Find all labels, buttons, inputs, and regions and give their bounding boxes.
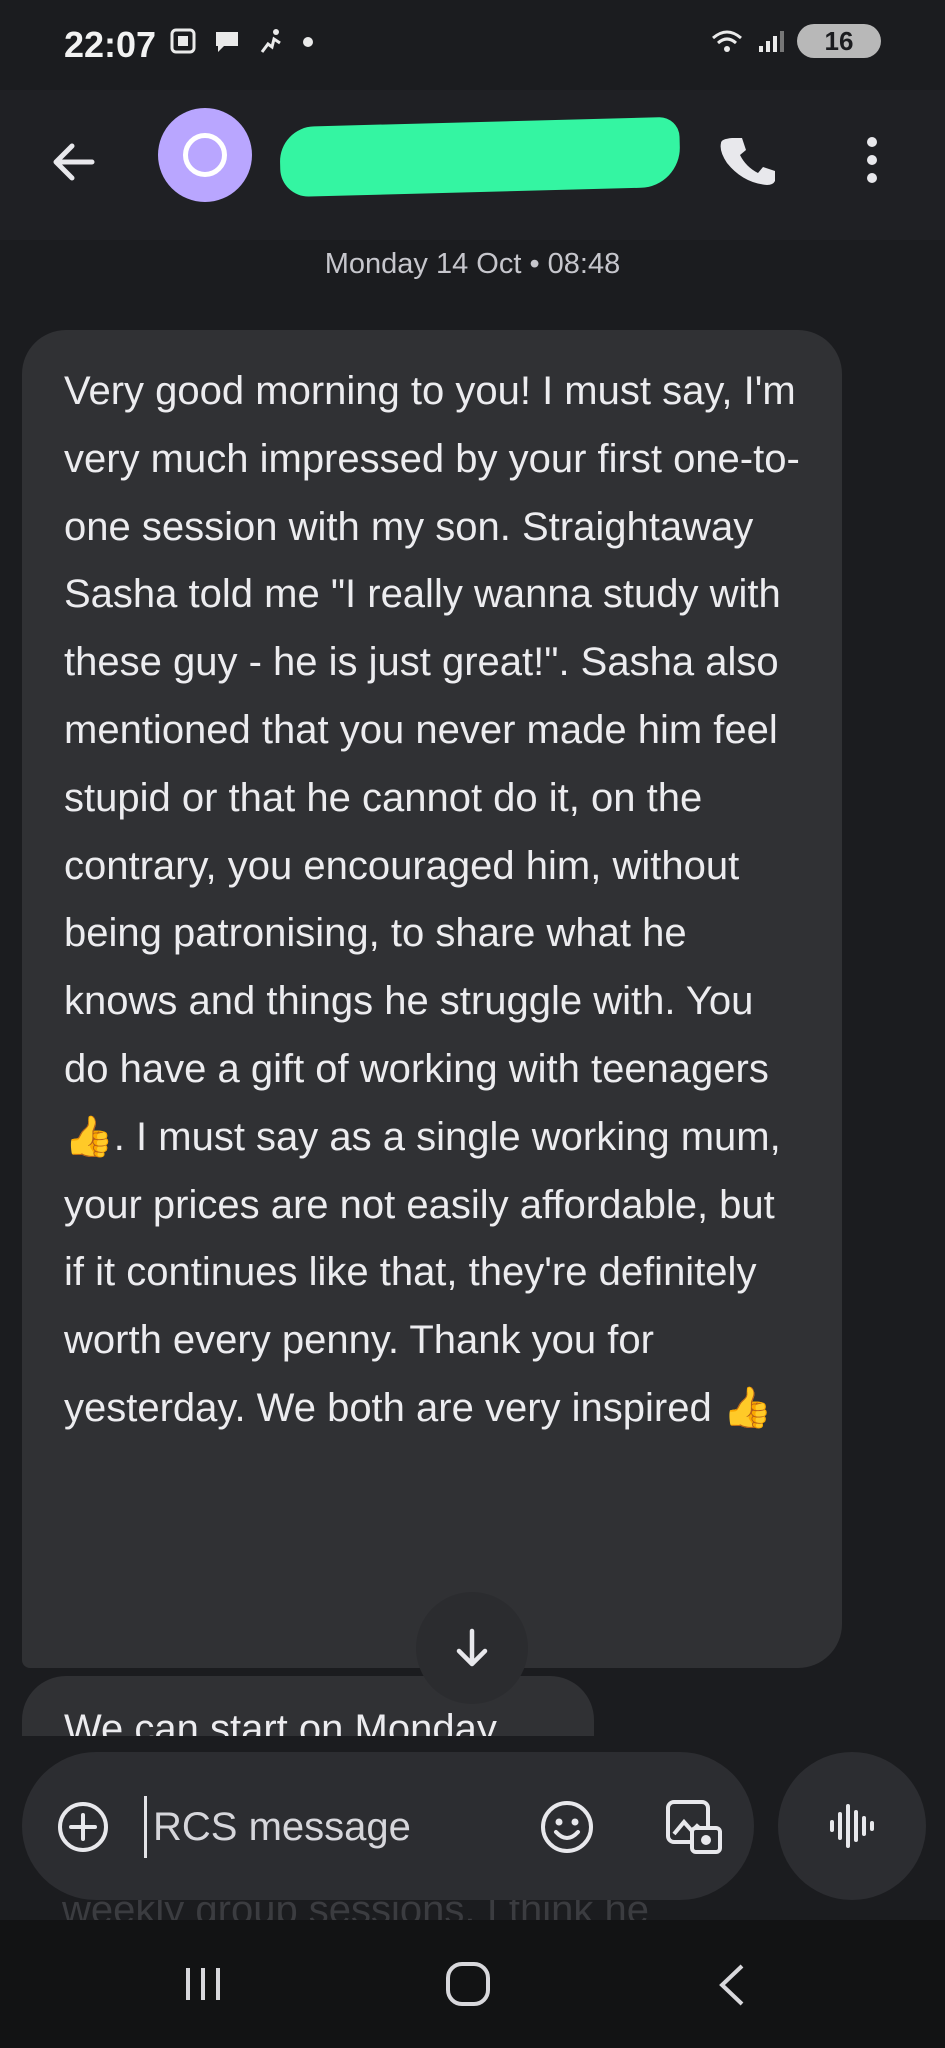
recents-icon[interactable] — [178, 1964, 228, 2004]
battery-level: 16 — [824, 25, 854, 56]
contact-name: S — [280, 145, 301, 179]
waveform-icon — [830, 1804, 874, 1848]
signal-icon — [759, 31, 784, 52]
status-time: 22:07 — [64, 24, 157, 65]
activity-icon — [260, 29, 281, 53]
conversation-header: S — [0, 90, 945, 240]
phone-icon[interactable] — [716, 130, 776, 190]
date-stamp: Monday 14 Oct • 08:48 — [324, 248, 621, 280]
wifi-icon — [712, 30, 742, 52]
message-input[interactable] — [144, 1796, 535, 1858]
arrow-down-icon — [456, 1628, 488, 1667]
contact-avatar[interactable] — [158, 108, 252, 202]
screenshot-icon — [170, 28, 196, 54]
status-bar: 22:07 16 — [0, 0, 945, 90]
system-nav-bar — [0, 1920, 945, 2048]
notification-dot-icon — [303, 37, 313, 47]
gallery-icon[interactable] — [662, 1796, 724, 1858]
message-bubble[interactable]: Very good morning to you! I must say, I'… — [22, 330, 842, 1668]
scroll-to-bottom-button[interactable] — [416, 1592, 528, 1704]
battery-indicator: 16 — [797, 24, 881, 58]
nav-back-icon[interactable] — [712, 1960, 752, 2010]
add-attachment-icon[interactable] — [56, 1800, 110, 1854]
message-composer — [22, 1752, 754, 1900]
more-vert-icon[interactable] — [862, 130, 882, 190]
contact-name-redacted[interactable]: S — [279, 116, 681, 198]
back-arrow-icon[interactable] — [44, 132, 104, 192]
chat-bubble-icon — [216, 32, 238, 52]
emoji-icon[interactable] — [538, 1798, 596, 1856]
voice-message-button[interactable] — [778, 1752, 926, 1900]
home-icon[interactable] — [444, 1960, 492, 2008]
